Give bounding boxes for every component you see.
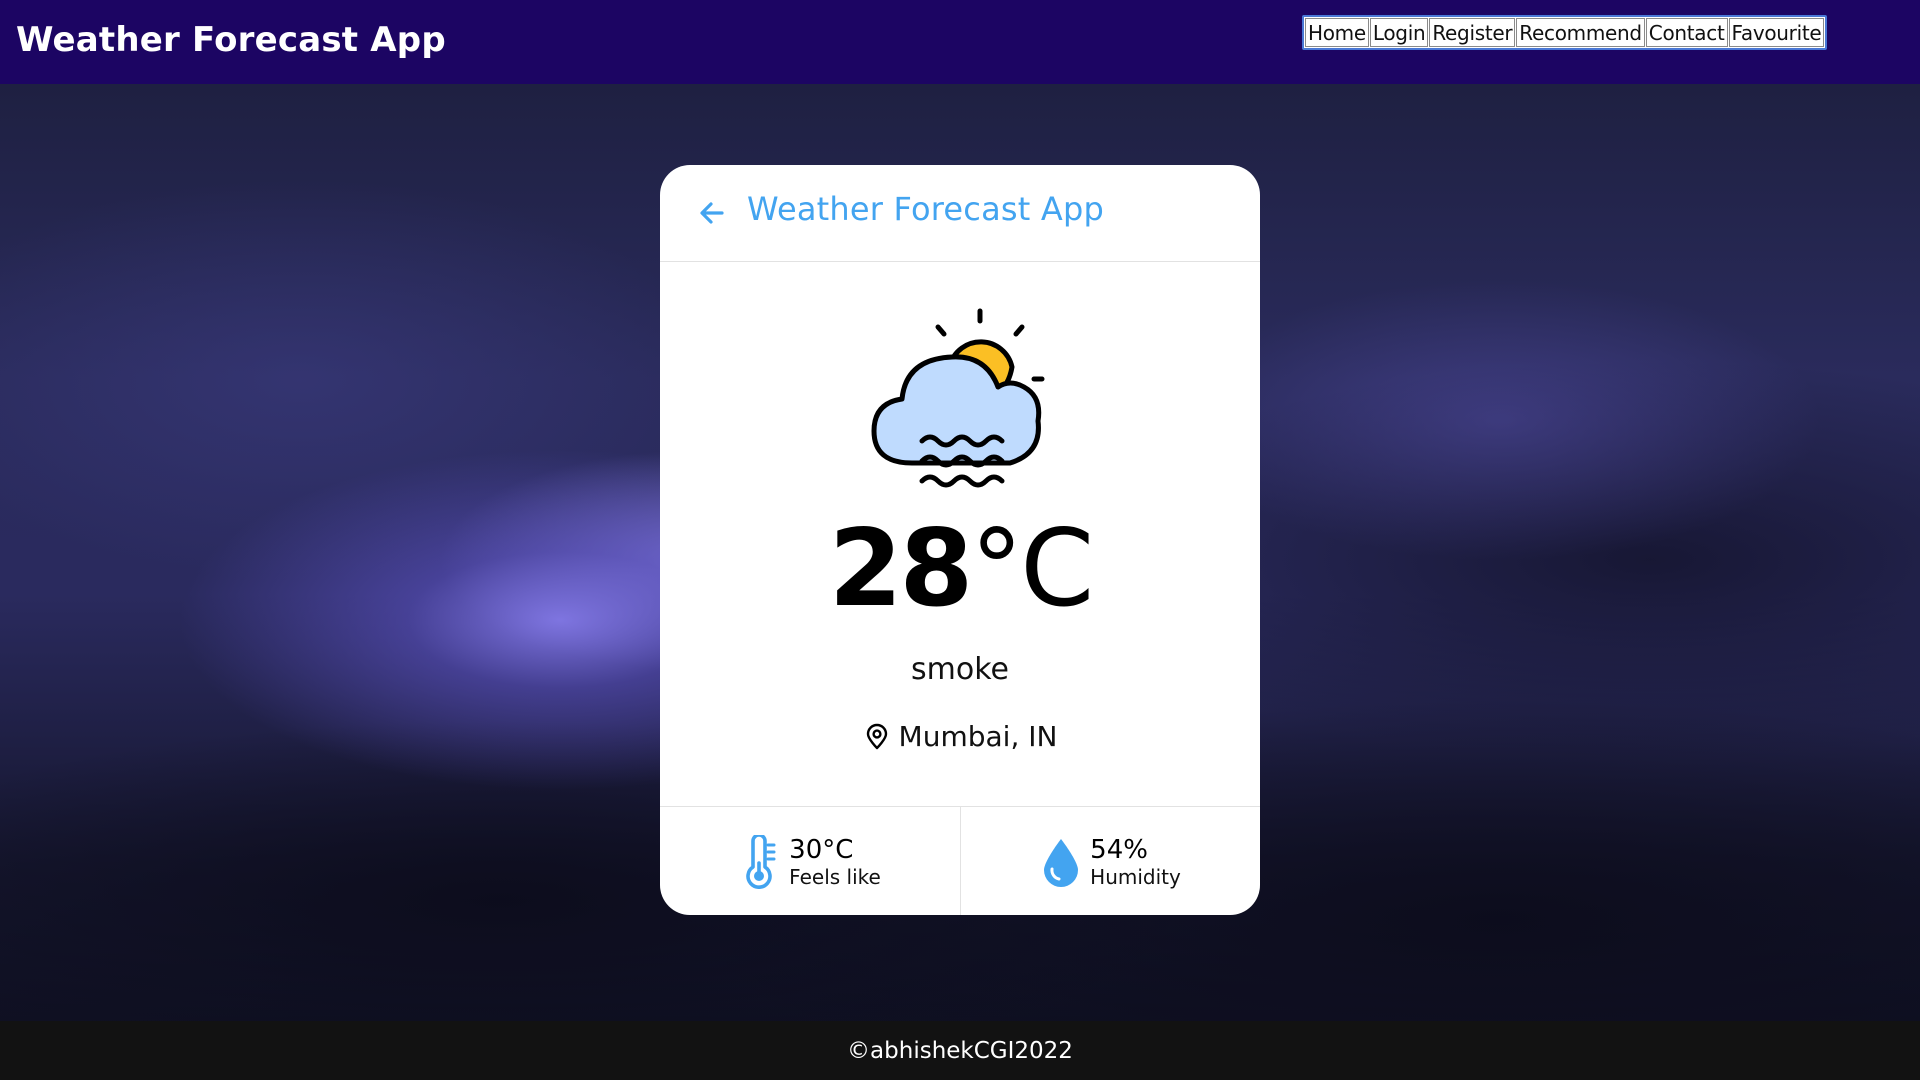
nav-menu: Home Login Register Recommend Contact Fa… [1302,15,1828,50]
weather-condition: smoke [911,652,1009,687]
nav-favourite[interactable]: Favourite [1728,18,1825,47]
feels-like-stat: 30°C Feels like [660,807,960,915]
arrow-left-icon[interactable] [696,197,728,229]
nav-home[interactable]: Home [1305,18,1369,47]
temperature-display: 28°C [660,507,1260,630]
card-title: Weather Forecast App [747,190,1104,228]
app-brand[interactable]: Weather Forecast App [16,20,446,60]
temperature-value: 28 [828,507,974,630]
humidity-value: 54% [1090,834,1148,865]
cloud-sun-fog-icon [871,308,1045,488]
temperature-unit: °C [970,507,1094,630]
location-text: Mumbai, IN [898,720,1058,753]
humidity-label: Humidity [1090,864,1181,889]
humidity-stat: 54% Humidity [960,807,1260,915]
map-pin-icon [866,723,887,749]
water-drop-icon [1044,838,1079,887]
nav-register[interactable]: Register [1429,18,1516,47]
nav-contact[interactable]: Contact [1645,18,1728,47]
weather-card: Weather Forecast App 28°C smoke Mumbai, … [660,165,1260,915]
card-stats: 30°C Feels like 54% Humidity [660,806,1260,915]
page-footer: ©abhishekCGI2022 [0,1021,1920,1080]
thermometer-icon [746,834,776,889]
location-row: Mumbai, IN [660,720,1260,753]
feels-like-value: 30°C [789,834,854,865]
top-navbar: Weather Forecast App Home Login Register… [0,0,1920,84]
copyright-text: ©abhishekCGI2022 [847,1037,1073,1064]
card-header: Weather Forecast App [660,165,1260,262]
nav-recommend[interactable]: Recommend [1516,18,1645,47]
nav-login[interactable]: Login [1369,18,1429,47]
feels-like-label: Feels like [789,864,881,889]
